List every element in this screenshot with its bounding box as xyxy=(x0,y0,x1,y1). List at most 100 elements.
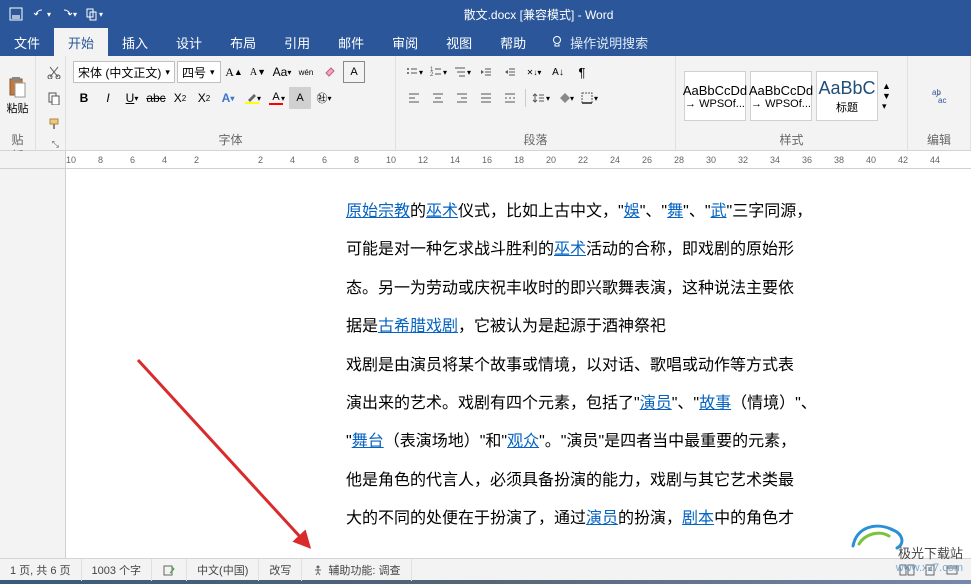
increase-font-icon[interactable]: A▲ xyxy=(223,61,245,83)
status-lang[interactable]: 中文(中国) xyxy=(187,559,259,581)
ruler-tick: 4 xyxy=(162,155,167,165)
paste-button[interactable]: 粘贴 xyxy=(1,76,35,116)
tell-me-search[interactable]: 操作说明搜索 xyxy=(540,33,648,52)
status-proofing-icon[interactable] xyxy=(152,559,187,581)
justify-icon[interactable] xyxy=(475,87,497,109)
format-painter-icon[interactable] xyxy=(43,113,65,135)
customize-qat-icon[interactable]: ▾ xyxy=(82,2,106,26)
link-story[interactable]: 故事 xyxy=(699,395,731,412)
svg-text:ac: ac xyxy=(938,96,946,105)
ruler-tab-selector[interactable] xyxy=(0,151,66,168)
change-case-icon[interactable]: Aa▾ xyxy=(271,61,293,83)
strikethrough-button[interactable]: abc xyxy=(145,87,167,109)
italic-button[interactable]: I xyxy=(97,87,119,109)
highlight-color-icon[interactable]: ▾ xyxy=(241,87,263,109)
tab-design[interactable]: 设计 xyxy=(162,28,216,56)
font-name-value: 宋体 (中文正文) xyxy=(78,64,161,81)
document-content[interactable]: 原始宗教的巫术仪式，比如上古中文，"娛"、"舞"、"武"三字同源， 可能是对一种… xyxy=(66,169,971,558)
font-name-combo[interactable]: 宋体 (中文正文)▾ xyxy=(73,61,175,83)
copy-icon[interactable] xyxy=(43,87,65,109)
status-bar: 1 页, 共 6 页 1003 个字 中文(中国) 改写 辅助功能: 调查 xyxy=(0,558,971,580)
tab-references[interactable]: 引用 xyxy=(270,28,324,56)
distribute-icon[interactable] xyxy=(499,87,521,109)
save-icon[interactable] xyxy=(4,2,28,26)
enclose-char-icon[interactable]: ㊓▾ xyxy=(313,87,335,109)
tab-insert[interactable]: 插入 xyxy=(108,28,162,56)
phonetic-guide-icon[interactable]: wén xyxy=(295,61,317,83)
clipboard-launcher[interactable]: ⤡ xyxy=(42,136,59,152)
link-actor2[interactable]: 演员 xyxy=(586,510,618,527)
decrease-indent-icon[interactable] xyxy=(475,61,497,83)
style-box-1[interactable]: AaBbCcDd→ WPSOf... xyxy=(684,71,746,121)
font-color-icon[interactable]: A▾ xyxy=(265,87,287,109)
tab-help[interactable]: 帮助 xyxy=(486,28,540,56)
bold-button[interactable]: B xyxy=(73,87,95,109)
find-replace-button[interactable]: abac xyxy=(922,87,956,105)
link-religion[interactable]: 原始宗教 xyxy=(346,203,410,220)
sort-icon[interactable]: A↓ xyxy=(547,61,569,83)
numbering-icon[interactable]: 12▾ xyxy=(427,61,449,83)
cut-icon[interactable] xyxy=(43,61,65,83)
redo-icon[interactable]: ▾ xyxy=(56,2,80,26)
ruler-tick: 28 xyxy=(674,155,684,165)
link-actor[interactable]: 演员 xyxy=(640,395,672,412)
undo-icon[interactable]: ▾ xyxy=(30,2,54,26)
ruler-tick: 24 xyxy=(610,155,620,165)
status-accessibility[interactable]: 辅助功能: 调查 xyxy=(302,559,411,581)
tab-layout[interactable]: 布局 xyxy=(216,28,270,56)
ruler[interactable]: 1086422468101214161820222426283032343638… xyxy=(0,151,971,169)
align-left-icon[interactable] xyxy=(403,87,425,109)
ribbon: 粘贴 贴板 ⤡ 宋体 (中文正文)▾ 四号▾ A▲ A▼ Aa▾ wén A xyxy=(0,56,971,151)
borders-icon[interactable]: ▾ xyxy=(578,87,600,109)
link-wu2[interactable]: 武 xyxy=(711,203,727,220)
link-audience[interactable]: 观众 xyxy=(507,433,539,450)
link-greek-drama[interactable]: 古希腊戏剧 xyxy=(378,318,458,335)
tab-review[interactable]: 审阅 xyxy=(378,28,432,56)
link-wu[interactable]: 舞 xyxy=(667,203,683,220)
status-overtype[interactable]: 改写 xyxy=(259,559,302,581)
ruler-tick: 20 xyxy=(546,155,556,165)
font-group-label: 字体 xyxy=(72,132,389,148)
align-right-icon[interactable] xyxy=(451,87,473,109)
increase-indent-icon[interactable] xyxy=(499,61,521,83)
font-size-combo[interactable]: 四号▾ xyxy=(177,61,221,83)
ruler-tick: 10 xyxy=(66,155,76,165)
multilevel-list-icon[interactable]: ▾ xyxy=(451,61,473,83)
ruler-tick: 18 xyxy=(514,155,524,165)
link-yu[interactable]: 娛 xyxy=(624,203,640,220)
link-shamanism1[interactable]: 巫术 xyxy=(426,203,458,220)
asian-layout-icon[interactable]: ✕↓▾ xyxy=(523,61,545,83)
tab-home[interactable]: 开始 xyxy=(54,28,108,56)
style-box-2[interactable]: AaBbCcDd→ WPSOf... xyxy=(750,71,812,121)
tab-mail[interactable]: 邮件 xyxy=(324,28,378,56)
navigation-pane[interactable] xyxy=(0,169,66,558)
ruler-horizontal[interactable]: 1086422468101214161820222426283032343638… xyxy=(66,151,971,168)
text-effects-icon[interactable]: A▾ xyxy=(217,87,239,109)
ruler-tick: 14 xyxy=(450,155,460,165)
status-wordcount[interactable]: 1003 个字 xyxy=(82,559,153,581)
style-box-3[interactable]: AaBbC标题 xyxy=(816,71,878,121)
status-page[interactable]: 1 页, 共 6 页 xyxy=(0,559,82,581)
subscript-button[interactable]: X2 xyxy=(169,87,191,109)
link-shamanism2[interactable]: 巫术 xyxy=(554,241,586,258)
underline-button[interactable]: U▾ xyxy=(121,87,143,109)
ruler-tick: 10 xyxy=(386,155,396,165)
show-marks-icon[interactable]: ¶ xyxy=(571,61,593,83)
styles-scroll[interactable]: ▲▼▾ xyxy=(882,81,891,112)
decrease-font-icon[interactable]: A▼ xyxy=(247,61,269,83)
link-stage[interactable]: 舞台 xyxy=(352,433,384,450)
tab-view[interactable]: 视图 xyxy=(432,28,486,56)
group-font: 宋体 (中文正文)▾ 四号▾ A▲ A▼ Aa▾ wén A B I U▾ ab… xyxy=(66,56,396,150)
char-border-icon[interactable]: A xyxy=(343,61,365,83)
char-shading-icon[interactable]: A xyxy=(289,87,311,109)
ruler-tick: 30 xyxy=(706,155,716,165)
superscript-button[interactable]: X2 xyxy=(193,87,215,109)
group-edit: abac 编辑 xyxy=(908,56,971,150)
align-center-icon[interactable] xyxy=(427,87,449,109)
bullets-icon[interactable]: ▾ xyxy=(403,61,425,83)
link-script[interactable]: 剧本 xyxy=(682,510,714,527)
tab-file[interactable]: 文件 xyxy=(0,28,54,56)
clear-format-icon[interactable] xyxy=(319,61,341,83)
shading-icon[interactable]: ▾ xyxy=(554,87,576,109)
line-spacing-icon[interactable]: ▾ xyxy=(530,87,552,109)
